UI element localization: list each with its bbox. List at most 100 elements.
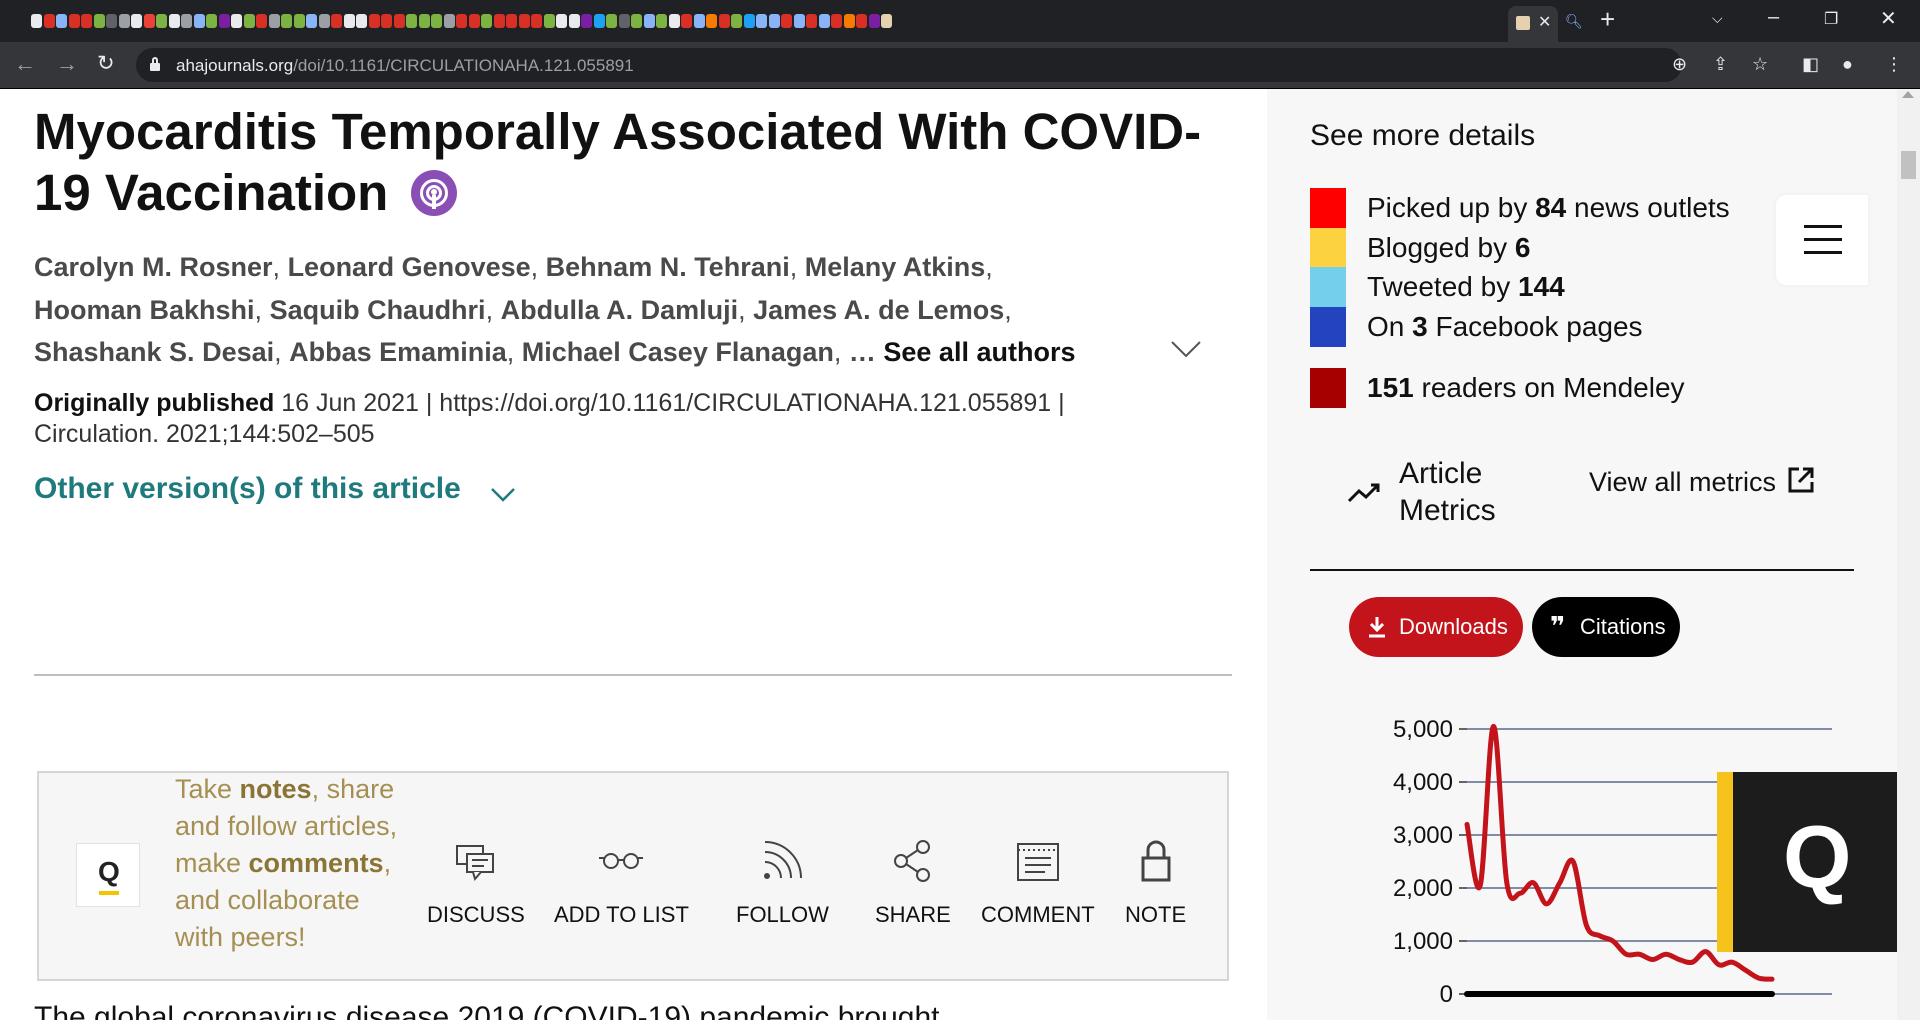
pinned-tab[interactable]	[618, 10, 631, 34]
pinned-tab[interactable]	[818, 10, 831, 34]
author-link[interactable]: Melany Atkins	[805, 252, 986, 282]
pinned-tab[interactable]	[505, 10, 518, 34]
pinned-tab[interactable]	[843, 10, 856, 34]
profile-icon[interactable]: ●	[1842, 54, 1853, 75]
pinned-tab[interactable]	[680, 10, 693, 34]
pinned-tab[interactable]	[543, 10, 556, 34]
pinned-tab[interactable]	[118, 10, 131, 34]
add-to-list-button[interactable]: ADD TO LIST	[554, 838, 689, 928]
author-link[interactable]: Hooman Bakhshi	[34, 295, 255, 325]
pinned-tab[interactable]	[493, 10, 506, 34]
pinned-tab[interactable]	[105, 10, 118, 34]
pinned-tab[interactable]	[443, 10, 456, 34]
pinned-tab[interactable]	[530, 10, 543, 34]
url-text[interactable]: ahajournals.org/doi/10.1161/CIRCULATIONA…	[176, 56, 634, 76]
pinned-tab[interactable]	[243, 10, 256, 34]
tab-search-icon[interactable]: 🔍︎	[1565, 13, 1583, 30]
pinned-tab[interactable]	[280, 10, 293, 34]
restore-icon[interactable]: ❐	[1824, 9, 1838, 29]
pinned-tab[interactable]	[743, 10, 756, 34]
pinned-tab[interactable]	[805, 10, 818, 34]
pinned-tab[interactable]	[368, 10, 381, 34]
pinned-tab[interactable]	[755, 10, 768, 34]
other-versions-toggle[interactable]: Other version(s) of this article	[34, 472, 461, 506]
pinned-tab[interactable]	[730, 10, 743, 34]
scroll-thumb[interactable]	[1901, 151, 1916, 179]
hamburger-menu-icon[interactable]	[1776, 195, 1868, 285]
tab-list-chevron-icon[interactable]: ⌵	[1712, 10, 1723, 27]
pinned-tab[interactable]	[43, 10, 56, 34]
author-link[interactable]: James A. de Lemos	[753, 295, 1004, 325]
pinned-tab[interactable]	[143, 10, 156, 34]
pinned-tab[interactable]	[230, 10, 243, 34]
pinned-tab[interactable]	[630, 10, 643, 34]
discuss-button[interactable]: DISCUSS	[427, 838, 525, 928]
pinned-tab[interactable]	[593, 10, 606, 34]
pinned-tab[interactable]	[355, 10, 368, 34]
pinned-tab[interactable]	[830, 10, 843, 34]
pinned-tab[interactable]	[793, 10, 806, 34]
pinned-tab[interactable]	[318, 10, 331, 34]
forward-icon[interactable]: →	[56, 51, 78, 77]
author-link[interactable]: Behnam N. Tehrani	[546, 252, 790, 282]
pinned-tab[interactable]	[80, 10, 93, 34]
author-link[interactable]: Abbas Emaminia	[289, 337, 507, 367]
pinned-tab[interactable]	[68, 10, 81, 34]
pinned-tab[interactable]	[768, 10, 781, 34]
note-button[interactable]: NOTE	[1125, 838, 1186, 928]
downloads-tab[interactable]: Downloads	[1349, 597, 1523, 657]
pinned-tab[interactable]	[518, 10, 531, 34]
pinned-tab[interactable]	[605, 10, 618, 34]
follow-button[interactable]: FOLLOW	[736, 838, 829, 928]
share-page-icon[interactable]: ⇪	[1713, 54, 1728, 75]
pinned-tab[interactable]	[718, 10, 731, 34]
pinned-tab[interactable]	[880, 10, 893, 34]
pinned-tab[interactable]	[255, 10, 268, 34]
pinned-tab[interactable]	[480, 10, 493, 34]
pinned-tab[interactable]	[55, 10, 68, 34]
pinned-tab[interactable]	[93, 10, 106, 34]
pinned-tab[interactable]	[305, 10, 318, 34]
pinned-tab[interactable]	[655, 10, 668, 34]
author-link[interactable]: Michael Casey Flanagan	[522, 337, 834, 367]
pinned-tab[interactable]	[780, 10, 793, 34]
author-link[interactable]: Saquib Chaudhri	[270, 295, 486, 325]
pinned-tab[interactable]	[343, 10, 356, 34]
reload-icon[interactable]: ↻	[97, 51, 115, 76]
citations-tab[interactable]: ❞ Citations	[1532, 597, 1680, 657]
share-button[interactable]: SHARE	[875, 838, 951, 928]
pinned-tab[interactable]	[555, 10, 568, 34]
pinned-tab[interactable]	[855, 10, 868, 34]
chrome-menu-icon[interactable]: ⋮	[1885, 54, 1903, 75]
close-window-icon[interactable]: ✕	[1880, 6, 1897, 31]
external-link-icon[interactable]	[1787, 466, 1815, 494]
pinned-tab[interactable]	[30, 10, 43, 34]
author-link[interactable]: Abdulla A. Damluji	[501, 295, 739, 325]
pinned-tab[interactable]	[580, 10, 593, 34]
pinned-tab[interactable]	[705, 10, 718, 34]
chevron-down-icon[interactable]	[490, 487, 516, 503]
pinned-tab[interactable]	[868, 10, 881, 34]
zoom-icon[interactable]: ⊕	[1672, 54, 1687, 75]
bookmark-star-icon[interactable]: ☆	[1752, 54, 1768, 75]
pinned-tab[interactable]	[268, 10, 281, 34]
comment-button[interactable]: COMMENT	[981, 838, 1095, 928]
pinned-tab[interactable]	[430, 10, 443, 34]
author-link[interactable]: Leonard Genovese	[288, 252, 531, 282]
pinned-tab[interactable]	[130, 10, 143, 34]
author-link[interactable]: Shashank S. Desai	[34, 337, 274, 367]
minimize-icon[interactable]: –	[1768, 6, 1779, 29]
pinned-tab[interactable]	[205, 10, 218, 34]
pinned-tab[interactable]	[180, 10, 193, 34]
active-tab[interactable]: ✕	[1508, 6, 1558, 42]
pinned-tab[interactable]	[568, 10, 581, 34]
pinned-tab[interactable]	[168, 10, 181, 34]
pinned-tab[interactable]	[393, 10, 406, 34]
lock-icon[interactable]	[150, 57, 160, 71]
pinned-tab[interactable]	[193, 10, 206, 34]
side-panel-icon[interactable]: ◧	[1802, 54, 1819, 75]
pinned-tab[interactable]	[418, 10, 431, 34]
pinned-tab[interactable]	[293, 10, 306, 34]
podcast-icon[interactable]	[410, 169, 457, 216]
pinned-tab[interactable]	[405, 10, 418, 34]
